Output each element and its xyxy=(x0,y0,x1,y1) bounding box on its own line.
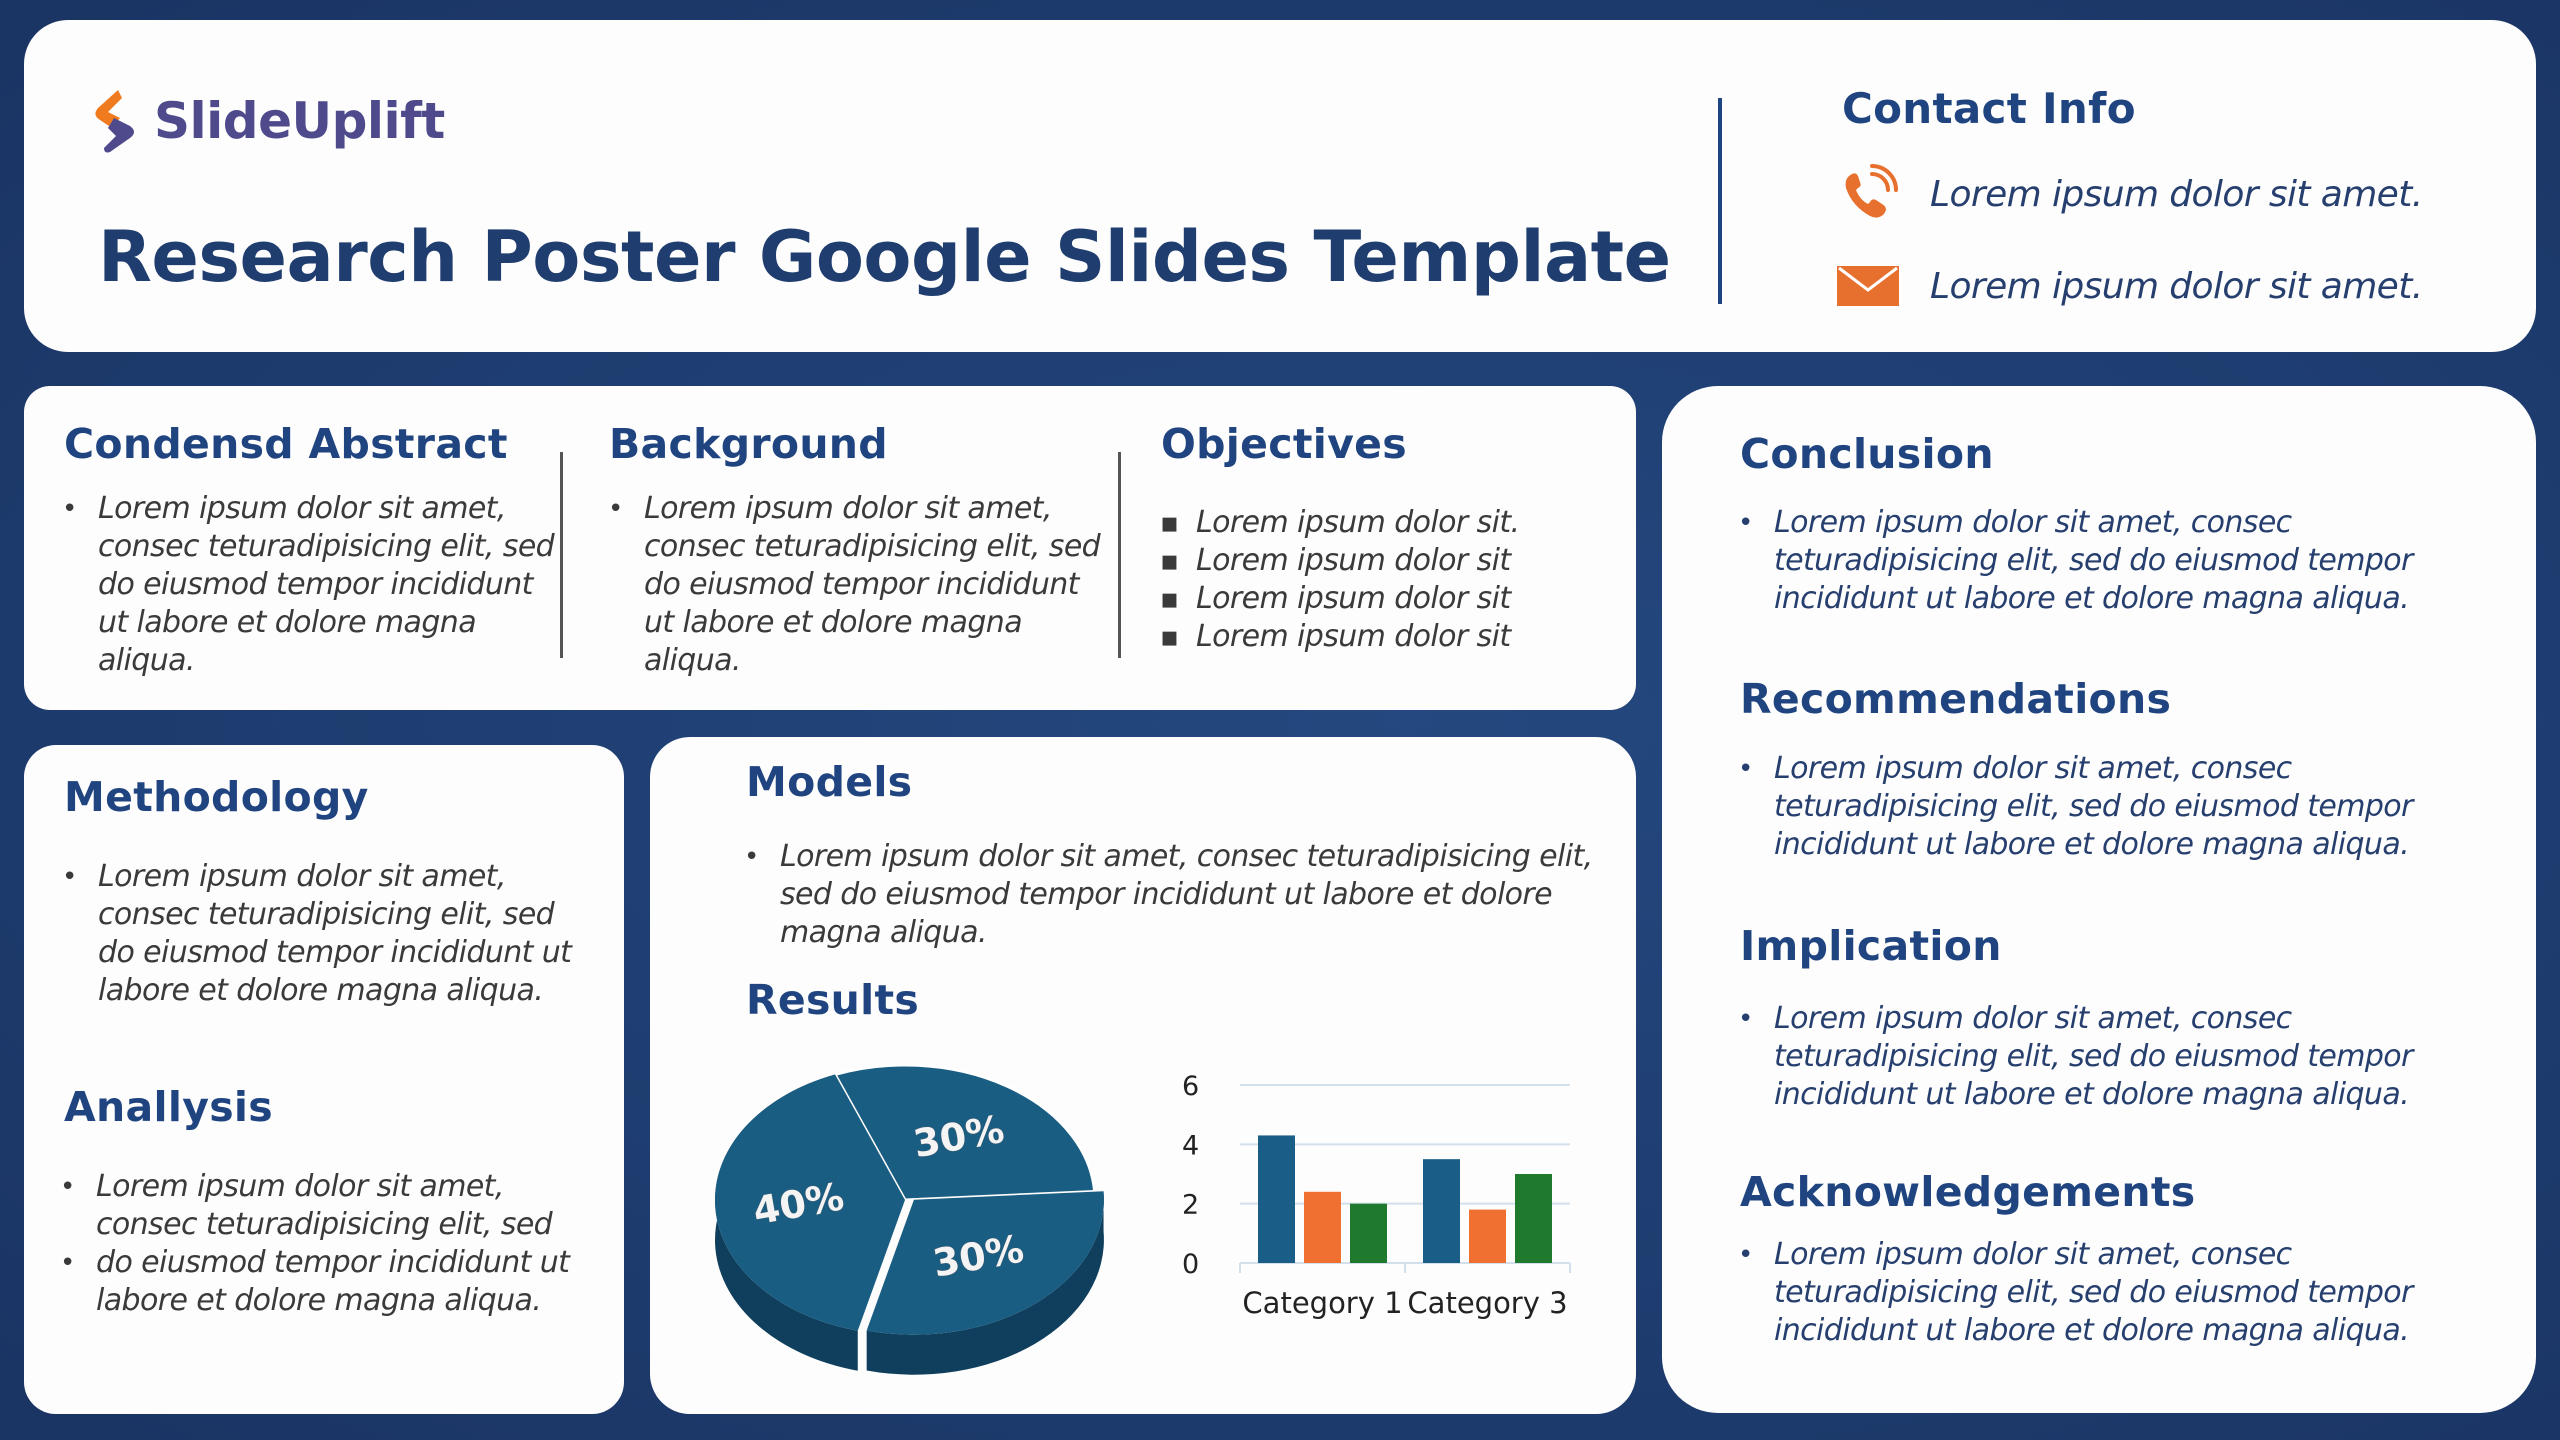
methodology-title: Methodology xyxy=(64,773,369,821)
methodology-bullet: Lorem ipsum dolor sit amet, consec tetur… xyxy=(62,858,582,1010)
contact-email: Lorem ipsum dolor sit amet. xyxy=(1836,256,2423,316)
conclusion-title: Conclusion xyxy=(1740,430,1994,478)
recommendations-bullet: Lorem ipsum dolor sit amet, consec tetur… xyxy=(1738,750,2478,864)
models-title: Models xyxy=(746,758,913,806)
brand-name: SlideUplift xyxy=(154,92,445,150)
implication-bullet: Lorem ipsum dolor sit amet, consec tetur… xyxy=(1738,1000,2478,1114)
acknowledgements-title: Acknowledgements xyxy=(1740,1168,2196,1216)
page-title: Research Poster Google Slides Template xyxy=(98,216,1671,298)
phone-icon xyxy=(1836,164,1900,224)
objective-item: Lorem ipsum dolor sit. xyxy=(1160,504,1600,542)
conclusion-bullet: Lorem ipsum dolor sit amet, consec tetur… xyxy=(1738,504,2478,618)
abstract-list: Lorem ipsum dolor sit amet, consec tetur… xyxy=(62,490,562,680)
contact-info-title: Contact Info xyxy=(1842,84,2136,133)
contact-email-text: Lorem ipsum dolor sit amet. xyxy=(1930,265,2423,307)
background-bullet: Lorem ipsum dolor sit amet, consec tetur… xyxy=(608,490,1108,680)
recommendations-list: Lorem ipsum dolor sit amet, consec tetur… xyxy=(1738,750,2478,864)
implication-list: Lorem ipsum dolor sit amet, consec tetur… xyxy=(1738,1000,2478,1114)
objective-item: Lorem ipsum dolor sit xyxy=(1160,542,1600,580)
analysis-bullet: do eiusmod tempor incididunt ut labore e… xyxy=(60,1244,580,1320)
results-pie-chart: 30%30%40% xyxy=(714,1063,1104,1375)
acknowledgements-list: Lorem ipsum dolor sit amet, consec tetur… xyxy=(1738,1236,2478,1350)
models-bullet: Lorem ipsum dolor sit amet, consec tetur… xyxy=(744,838,1604,952)
analysis-list: Lorem ipsum dolor sit amet, consec tetur… xyxy=(60,1168,580,1320)
section-divider xyxy=(1118,452,1121,658)
abstract-title: Condensd Abstract xyxy=(64,420,508,468)
background-list: Lorem ipsum dolor sit amet, consec tetur… xyxy=(608,490,1108,680)
objective-item: Lorem ipsum dolor sit xyxy=(1160,618,1600,656)
bar xyxy=(1515,1174,1552,1263)
analysis-bullet: Lorem ipsum dolor sit amet, consec tetur… xyxy=(60,1168,580,1244)
y-tick-label: 0 xyxy=(1182,1249,1199,1280)
slideuplift-logo-icon xyxy=(95,90,134,153)
objective-item: Lorem ipsum dolor sit xyxy=(1160,580,1600,618)
acknowledgements-bullet: Lorem ipsum dolor sit amet, consec tetur… xyxy=(1738,1236,2478,1350)
results-bar-chart: 0 2 4 6 Category 1 Category 3 xyxy=(1182,1071,1571,1320)
bar xyxy=(1469,1209,1506,1263)
background-title: Background xyxy=(609,420,888,468)
objectives-list: Lorem ipsum dolor sit. Lorem ipsum dolor… xyxy=(1160,504,1600,656)
x-category-label: Category 3 xyxy=(1407,1286,1567,1320)
x-category-label: Category 1 xyxy=(1242,1286,1402,1320)
abstract-bullet: Lorem ipsum dolor sit amet, consec tetur… xyxy=(62,490,562,680)
y-tick-label: 2 xyxy=(1182,1190,1199,1221)
models-list: Lorem ipsum dolor sit amet, consec tetur… xyxy=(744,838,1604,952)
methodology-list: Lorem ipsum dolor sit amet, consec tetur… xyxy=(62,858,582,1010)
objectives-title: Objectives xyxy=(1161,420,1407,468)
bar xyxy=(1304,1191,1341,1263)
contact-phone: Lorem ipsum dolor sit amet. xyxy=(1836,164,2423,224)
bar xyxy=(1258,1135,1295,1263)
results-title: Results xyxy=(746,976,920,1024)
mail-icon xyxy=(1836,256,1900,316)
recommendations-title: Recommendations xyxy=(1740,675,2172,723)
conclusion-list: Lorem ipsum dolor sit amet, consec tetur… xyxy=(1738,504,2478,618)
y-tick-label: 6 xyxy=(1182,1071,1199,1102)
bar xyxy=(1350,1203,1387,1263)
brand-logo: SlideUplift xyxy=(90,88,445,154)
section-divider xyxy=(560,452,563,658)
contact-phone-text: Lorem ipsum dolor sit amet. xyxy=(1930,173,2423,215)
bar xyxy=(1423,1159,1460,1263)
y-tick-label: 4 xyxy=(1182,1130,1199,1161)
header-divider xyxy=(1718,98,1722,304)
implication-title: Implication xyxy=(1740,922,2002,970)
analysis-title: Anallysis xyxy=(64,1083,273,1131)
